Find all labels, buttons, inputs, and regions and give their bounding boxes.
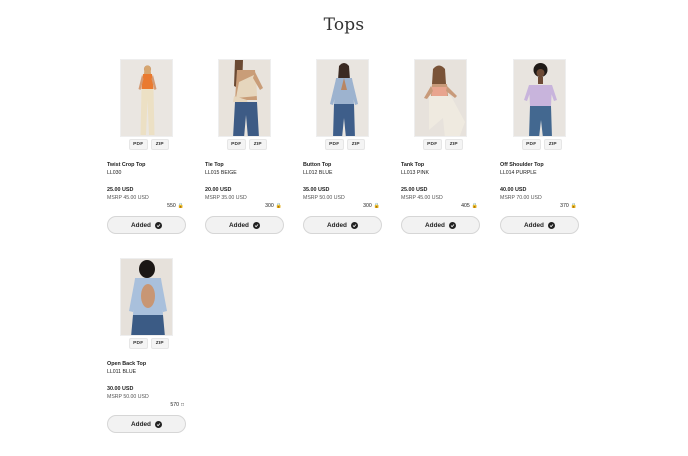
- stock-count: 405 🔒: [461, 203, 478, 209]
- zip-button[interactable]: ZIP: [543, 139, 562, 150]
- product-sku: LL015 BEIGE: [205, 170, 237, 176]
- product-image[interactable]: [120, 258, 173, 336]
- check-circle-icon: [547, 221, 555, 229]
- product-sku: LL013 PINK: [401, 170, 429, 176]
- added-button[interactable]: Added: [401, 216, 480, 234]
- stock-value: 300: [363, 203, 372, 209]
- stock-count: 300 🔒: [363, 203, 380, 209]
- product-price: 30.00 USD: [107, 386, 134, 392]
- lock-icon: 🔒: [275, 203, 282, 209]
- stock-value: 370: [560, 203, 569, 209]
- check-circle-icon: [448, 221, 456, 229]
- download-buttons: PDF ZIP: [522, 139, 562, 150]
- check-circle-icon: [154, 420, 162, 428]
- added-label: Added: [524, 221, 544, 229]
- product-name[interactable]: Twist Crop Top: [107, 162, 197, 168]
- check-circle-icon: [154, 221, 162, 229]
- zip-button[interactable]: ZIP: [150, 139, 169, 150]
- stock-count: 570 □: [170, 402, 184, 408]
- added-button[interactable]: Added: [107, 415, 186, 433]
- zip-button[interactable]: ZIP: [346, 139, 365, 150]
- model-photo: [514, 60, 565, 136]
- pdf-button[interactable]: PDF: [423, 139, 442, 150]
- model-photo: [317, 60, 368, 136]
- model-photo: [415, 60, 466, 136]
- product-name[interactable]: Open Back Top: [107, 361, 197, 367]
- added-label: Added: [131, 221, 151, 229]
- download-buttons: PDF ZIP: [129, 139, 169, 150]
- product-msrp: MSRP 45.00 USD: [107, 195, 149, 201]
- product-name[interactable]: Tie Top: [205, 162, 295, 168]
- stock-value: 405: [461, 203, 470, 209]
- check-circle-icon: [350, 221, 358, 229]
- stock-value: 300: [265, 203, 274, 209]
- stock-count: 370 🔒: [560, 203, 577, 209]
- lock-icon: 🔒: [471, 203, 478, 209]
- pdf-button[interactable]: PDF: [129, 338, 148, 349]
- zip-button[interactable]: ZIP: [444, 139, 463, 150]
- download-buttons: PDF ZIP: [129, 338, 169, 349]
- added-button[interactable]: Added: [303, 216, 382, 234]
- product-msrp: MSRP 45.00 USD: [401, 195, 443, 201]
- product-sku: LL012 BLUE: [303, 170, 333, 176]
- zip-button[interactable]: ZIP: [150, 338, 169, 349]
- lock-icon: 🔒: [177, 203, 184, 209]
- product-msrp: MSRP 35.00 USD: [205, 195, 247, 201]
- stock-count: 550 🔒: [167, 203, 184, 209]
- product-price: 40.00 USD: [500, 187, 527, 193]
- product-image[interactable]: [513, 59, 566, 137]
- download-buttons: PDF ZIP: [227, 139, 267, 150]
- download-buttons: PDF ZIP: [325, 139, 365, 150]
- stock-count: 300 🔒: [265, 203, 282, 209]
- lock-icon: 🔒: [570, 203, 577, 209]
- download-buttons: PDF ZIP: [423, 139, 463, 150]
- product-name[interactable]: Off Shoulder Top: [500, 162, 590, 168]
- zip-button[interactable]: ZIP: [248, 139, 267, 150]
- model-photo: [121, 60, 172, 136]
- added-label: Added: [131, 420, 151, 428]
- product-msrp: MSRP 50.00 USD: [303, 195, 345, 201]
- product-price: 25.00 USD: [107, 187, 134, 193]
- added-label: Added: [425, 221, 445, 229]
- page-title: Tops: [323, 15, 365, 35]
- product-image[interactable]: [316, 59, 369, 137]
- product-msrp: MSRP 70.00 USD: [500, 195, 542, 201]
- added-label: Added: [327, 221, 347, 229]
- product-sku: LL011 BLUE: [107, 369, 137, 375]
- product-image[interactable]: [414, 59, 467, 137]
- lock-icon: 🔒: [373, 203, 380, 209]
- model-photo: [219, 60, 270, 136]
- added-button[interactable]: Added: [500, 216, 579, 234]
- pdf-button[interactable]: PDF: [227, 139, 246, 150]
- added-label: Added: [229, 221, 249, 229]
- product-name[interactable]: Button Top: [303, 162, 393, 168]
- product-image[interactable]: [218, 59, 271, 137]
- product-price: 25.00 USD: [401, 187, 428, 193]
- product-price: 35.00 USD: [303, 187, 330, 193]
- pdf-button[interactable]: PDF: [325, 139, 344, 150]
- product-sku: LL014 PURPLE: [500, 170, 537, 176]
- product-image[interactable]: [120, 59, 173, 137]
- product-price: 20.00 USD: [205, 187, 232, 193]
- product-name[interactable]: Tank Top: [401, 162, 491, 168]
- box-icon: □: [180, 402, 184, 408]
- added-button[interactable]: Added: [107, 216, 186, 234]
- check-circle-icon: [252, 221, 260, 229]
- product-sku: LL030: [107, 170, 122, 176]
- stock-value: 550: [167, 203, 176, 209]
- stock-value: 570: [170, 402, 179, 408]
- added-button[interactable]: Added: [205, 216, 284, 234]
- product-msrp: MSRP 50.00 USD: [107, 394, 149, 400]
- pdf-button[interactable]: PDF: [129, 139, 148, 150]
- model-photo: [121, 259, 172, 335]
- pdf-button[interactable]: PDF: [522, 139, 541, 150]
